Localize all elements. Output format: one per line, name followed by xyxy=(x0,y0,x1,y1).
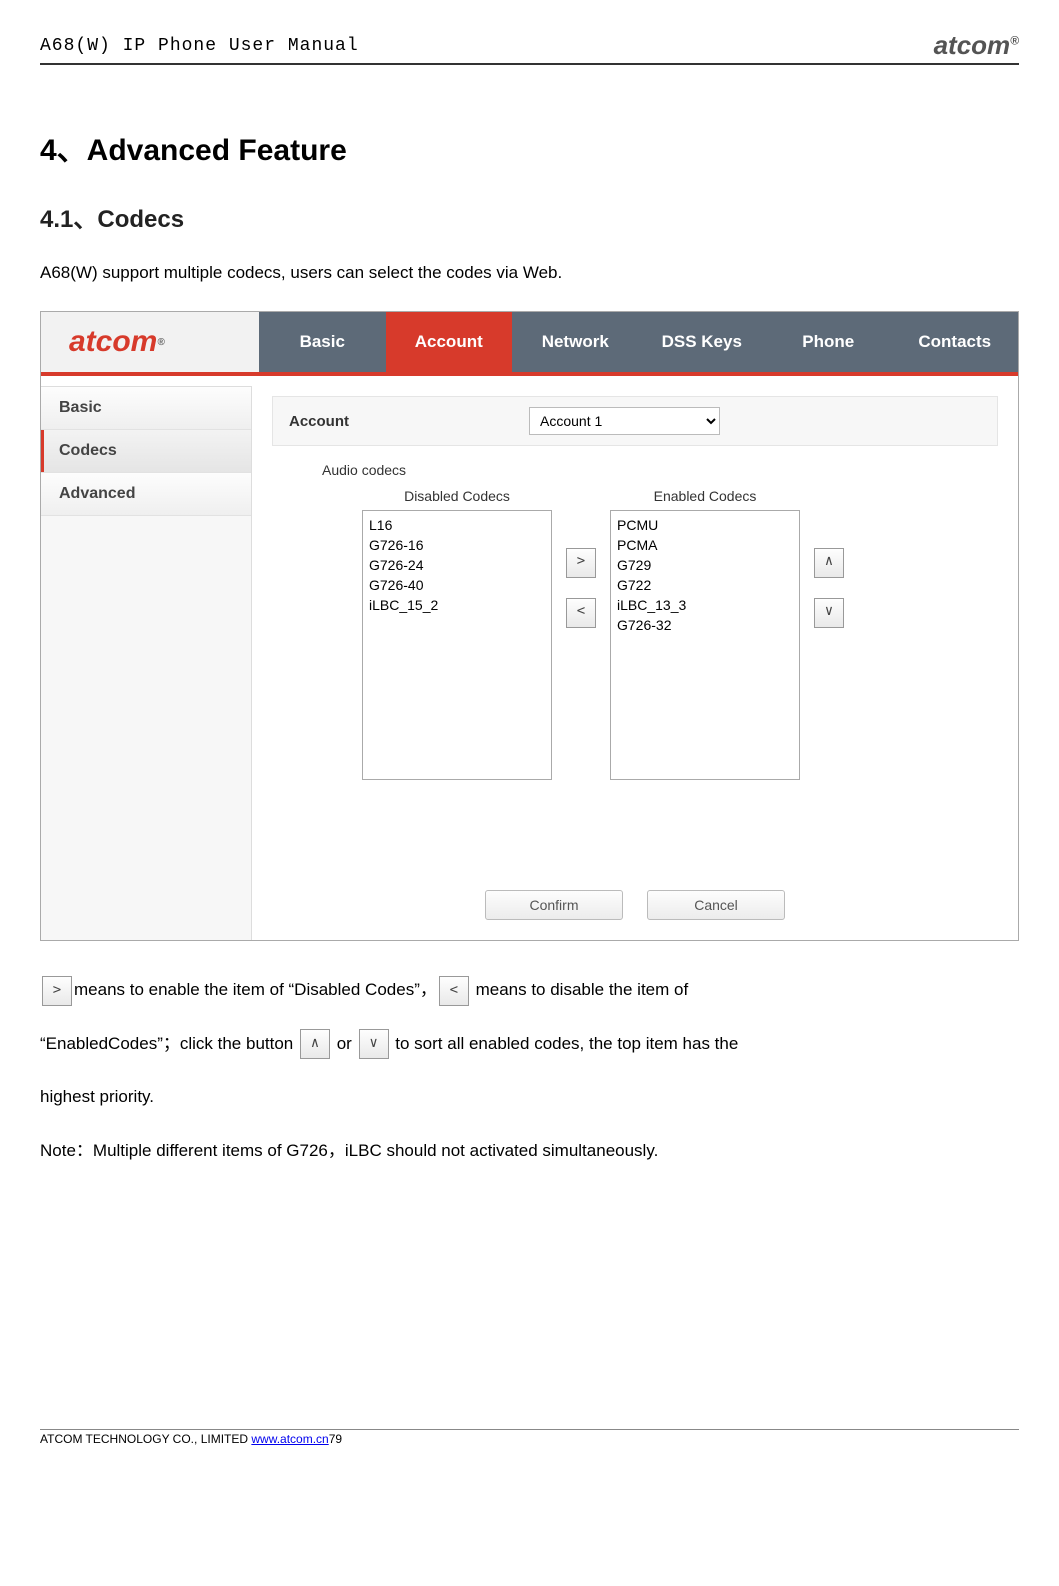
intro-paragraph: A68(W) support multiple codecs, users ca… xyxy=(40,254,1019,291)
brand-logo: atcom® xyxy=(41,312,259,372)
inline-down-icon: ∨ xyxy=(359,1029,389,1059)
disabled-codecs-header: Disabled Codecs xyxy=(404,488,510,504)
main-panel: Account Account 1 Audio codecs Disabled … xyxy=(252,376,1018,940)
inline-left-icon: < xyxy=(439,976,469,1006)
tab-phone[interactable]: Phone xyxy=(765,312,892,372)
tab-contacts[interactable]: Contacts xyxy=(892,312,1019,372)
list-item[interactable]: G726-16 xyxy=(369,535,551,555)
account-row: Account Account 1 xyxy=(272,396,998,446)
move-up-button[interactable]: ∧ xyxy=(814,548,844,578)
doc-title: A68(W) IP Phone User Manual xyxy=(40,36,359,56)
cancel-button[interactable]: Cancel xyxy=(647,890,785,920)
sidebar: Basic Codecs Advanced xyxy=(41,386,252,940)
web-ui-screenshot: atcom® Basic Account Network DSS Keys Ph… xyxy=(40,311,1019,941)
move-right-button[interactable]: > xyxy=(566,548,596,578)
account-label: Account xyxy=(289,413,529,430)
inline-right-icon: > xyxy=(42,976,72,1006)
enabled-codecs-header: Enabled Codecs xyxy=(654,488,757,504)
explain-line-3: highest priority. xyxy=(40,1078,1019,1115)
page-footer: ATCOM TECHNOLOGY CO., LIMITED www.atcom.… xyxy=(40,1429,1019,1446)
sidebar-item-codecs[interactable]: Codecs xyxy=(41,430,251,473)
explain-line-2: “EnabledCodes”；click the button ∧ or ∨ t… xyxy=(40,1025,1019,1062)
move-left-button[interactable]: < xyxy=(566,598,596,628)
list-item[interactable]: G726-24 xyxy=(369,555,551,575)
confirm-button[interactable]: Confirm xyxy=(485,890,623,920)
tab-dss-keys[interactable]: DSS Keys xyxy=(639,312,766,372)
inline-up-icon: ∧ xyxy=(300,1029,330,1059)
list-item[interactable]: iLBC_15_2 xyxy=(369,595,551,615)
section-heading: 4、Advanced Feature xyxy=(40,125,1019,169)
disabled-codecs-list[interactable]: L16 G726-16 G726-24 G726-40 iLBC_15_2 xyxy=(362,510,552,780)
brand-logo: atcom® xyxy=(934,30,1019,61)
move-down-button[interactable]: ∨ xyxy=(814,598,844,628)
audio-codecs-label: Audio codecs xyxy=(322,462,998,478)
top-nav: atcom® Basic Account Network DSS Keys Ph… xyxy=(41,312,1018,376)
sidebar-item-advanced[interactable]: Advanced xyxy=(41,473,251,516)
sidebar-item-basic[interactable]: Basic xyxy=(41,387,251,430)
note-line: Note：Multiple different items of G726，iL… xyxy=(40,1132,1019,1169)
list-item[interactable]: PCMU xyxy=(617,515,799,535)
tab-account[interactable]: Account xyxy=(386,312,513,372)
explain-line-1: >means to enable the item of “Disabled C… xyxy=(40,971,1019,1008)
codecs-area: Disabled Codecs L16 G726-16 G726-24 G726… xyxy=(362,488,998,780)
list-item[interactable]: L16 xyxy=(369,515,551,535)
enabled-codecs-list[interactable]: PCMU PCMA G729 G722 iLBC_13_3 G726-32 xyxy=(610,510,800,780)
account-select[interactable]: Account 1 xyxy=(529,407,720,435)
list-item[interactable]: PCMA xyxy=(617,535,799,555)
list-item[interactable]: G726-32 xyxy=(617,615,799,635)
page-header: A68(W) IP Phone User Manual atcom® xyxy=(40,30,1019,65)
tab-network[interactable]: Network xyxy=(512,312,639,372)
list-item[interactable]: G726-40 xyxy=(369,575,551,595)
list-item[interactable]: iLBC_13_3 xyxy=(617,595,799,615)
tab-basic[interactable]: Basic xyxy=(259,312,386,372)
list-item[interactable]: G722 xyxy=(617,575,799,595)
subsection-heading: 4.1、Codecs xyxy=(40,199,1019,234)
list-item[interactable]: G729 xyxy=(617,555,799,575)
footer-link[interactable]: www.atcom.cn xyxy=(251,1432,328,1446)
